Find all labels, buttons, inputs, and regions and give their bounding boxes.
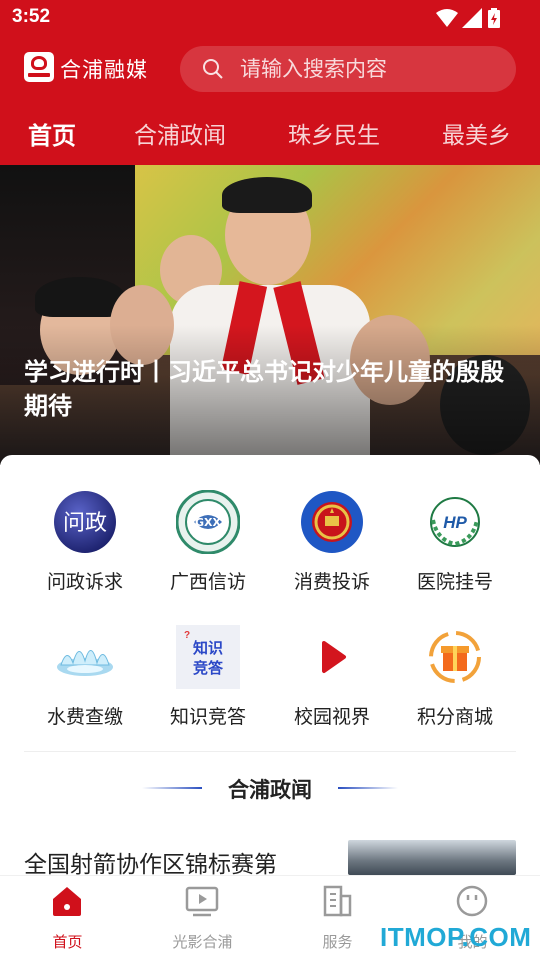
nav-home[interactable]: 首页 bbox=[0, 876, 135, 960]
app-logo-icon bbox=[24, 52, 54, 82]
category-tabs: 首页 合浦政闻 珠乡民生 最美乡 bbox=[0, 100, 540, 165]
wifi-icon bbox=[436, 9, 458, 27]
service-label: 校园视界 bbox=[293, 706, 370, 728]
tab-home[interactable]: 首页 bbox=[28, 116, 76, 151]
svg-text:竞答: 竞答 bbox=[193, 659, 224, 677]
content-card: 问政 问政诉求 GXX 广西信访 消费投诉 HP 医院挂号 水费查缴 知识 竞答… bbox=[0, 455, 540, 875]
quiz-icon: 知识 竞答 ? bbox=[176, 625, 240, 689]
service-label: 知识竞答 bbox=[169, 706, 246, 728]
news-thumbnail[interactable] bbox=[348, 840, 516, 875]
svg-text:知识: 知识 bbox=[193, 639, 223, 657]
play-icon bbox=[322, 641, 346, 673]
section-header: 合浦政闻 bbox=[0, 771, 540, 805]
nav-label: 光影合浦 bbox=[172, 933, 233, 951]
divider bbox=[24, 751, 516, 752]
battery-icon bbox=[488, 8, 500, 28]
watermark: ITMOP.COM bbox=[380, 922, 532, 952]
service-consumer-complaint[interactable]: 消费投诉 bbox=[271, 490, 391, 610]
status-time: 3:52 bbox=[12, 6, 51, 27]
signal-icon bbox=[462, 8, 482, 28]
featured-banner[interactable]: 学习进行时丨习近平总书记对少年儿童的殷殷期待 bbox=[0, 165, 540, 465]
video-icon bbox=[185, 886, 219, 917]
service-xinfang[interactable]: GXX 广西信访 bbox=[147, 490, 267, 610]
profile-icon bbox=[456, 885, 488, 917]
wenzheng-icon: 问政 bbox=[54, 491, 116, 553]
svg-text:?: ? bbox=[184, 630, 190, 641]
status-bar: 3:52 bbox=[0, 0, 540, 36]
section-title: 合浦政闻 bbox=[228, 778, 312, 802]
tab-most-beautiful[interactable]: 最美乡 bbox=[442, 116, 511, 150]
gift-icon bbox=[429, 631, 481, 683]
wenzheng-icon-text: 问政 bbox=[63, 511, 107, 536]
search-bar[interactable] bbox=[180, 46, 516, 92]
service-label: 消费投诉 bbox=[293, 571, 370, 593]
app-name: 合浦融媒 bbox=[60, 58, 148, 82]
service-points-mall[interactable]: 积分商城 bbox=[394, 625, 514, 745]
service-quiz[interactable]: 知识 竞答 ? 知识竞答 bbox=[147, 625, 267, 745]
building-icon bbox=[323, 885, 352, 917]
news-item-title[interactable]: 全国射箭协作区锦标赛第 bbox=[24, 845, 277, 875]
app-header: 合浦融媒 bbox=[0, 36, 540, 100]
nav-label: 首页 bbox=[52, 933, 83, 951]
emblem-icon bbox=[301, 491, 363, 553]
hospital-icon: HP bbox=[430, 497, 480, 547]
svg-text:GXX: GXX bbox=[195, 516, 222, 529]
banner-title: 学习进行时丨习近平总书记对少年儿童的殷殷期待 bbox=[24, 358, 504, 420]
service-label: 广西信访 bbox=[169, 571, 246, 593]
service-label: 医院挂号 bbox=[416, 571, 493, 593]
hospital-icon-text: HP bbox=[443, 513, 467, 532]
water-splash-icon bbox=[57, 650, 113, 676]
status-icons bbox=[436, 8, 500, 28]
service-wenzheng[interactable]: 问政 问政诉求 bbox=[24, 490, 144, 610]
service-label: 水费查缴 bbox=[46, 706, 123, 728]
service-water-fee[interactable]: 水费查缴 bbox=[24, 625, 144, 745]
service-campus-vision[interactable]: 校园视界 bbox=[271, 625, 391, 745]
search-icon bbox=[203, 59, 223, 79]
search-input[interactable] bbox=[240, 46, 500, 92]
service-label: 问政诉求 bbox=[46, 571, 123, 593]
tab-livelihood[interactable]: 珠乡民生 bbox=[288, 116, 380, 150]
home-icon bbox=[53, 887, 81, 916]
tab-hepu-news[interactable]: 合浦政闻 bbox=[134, 116, 226, 150]
service-hospital[interactable]: HP 医院挂号 bbox=[394, 490, 514, 610]
xinfang-icon: GXX bbox=[176, 490, 240, 554]
service-label: 积分商城 bbox=[416, 706, 493, 728]
nav-video[interactable]: 光影合浦 bbox=[135, 876, 270, 960]
